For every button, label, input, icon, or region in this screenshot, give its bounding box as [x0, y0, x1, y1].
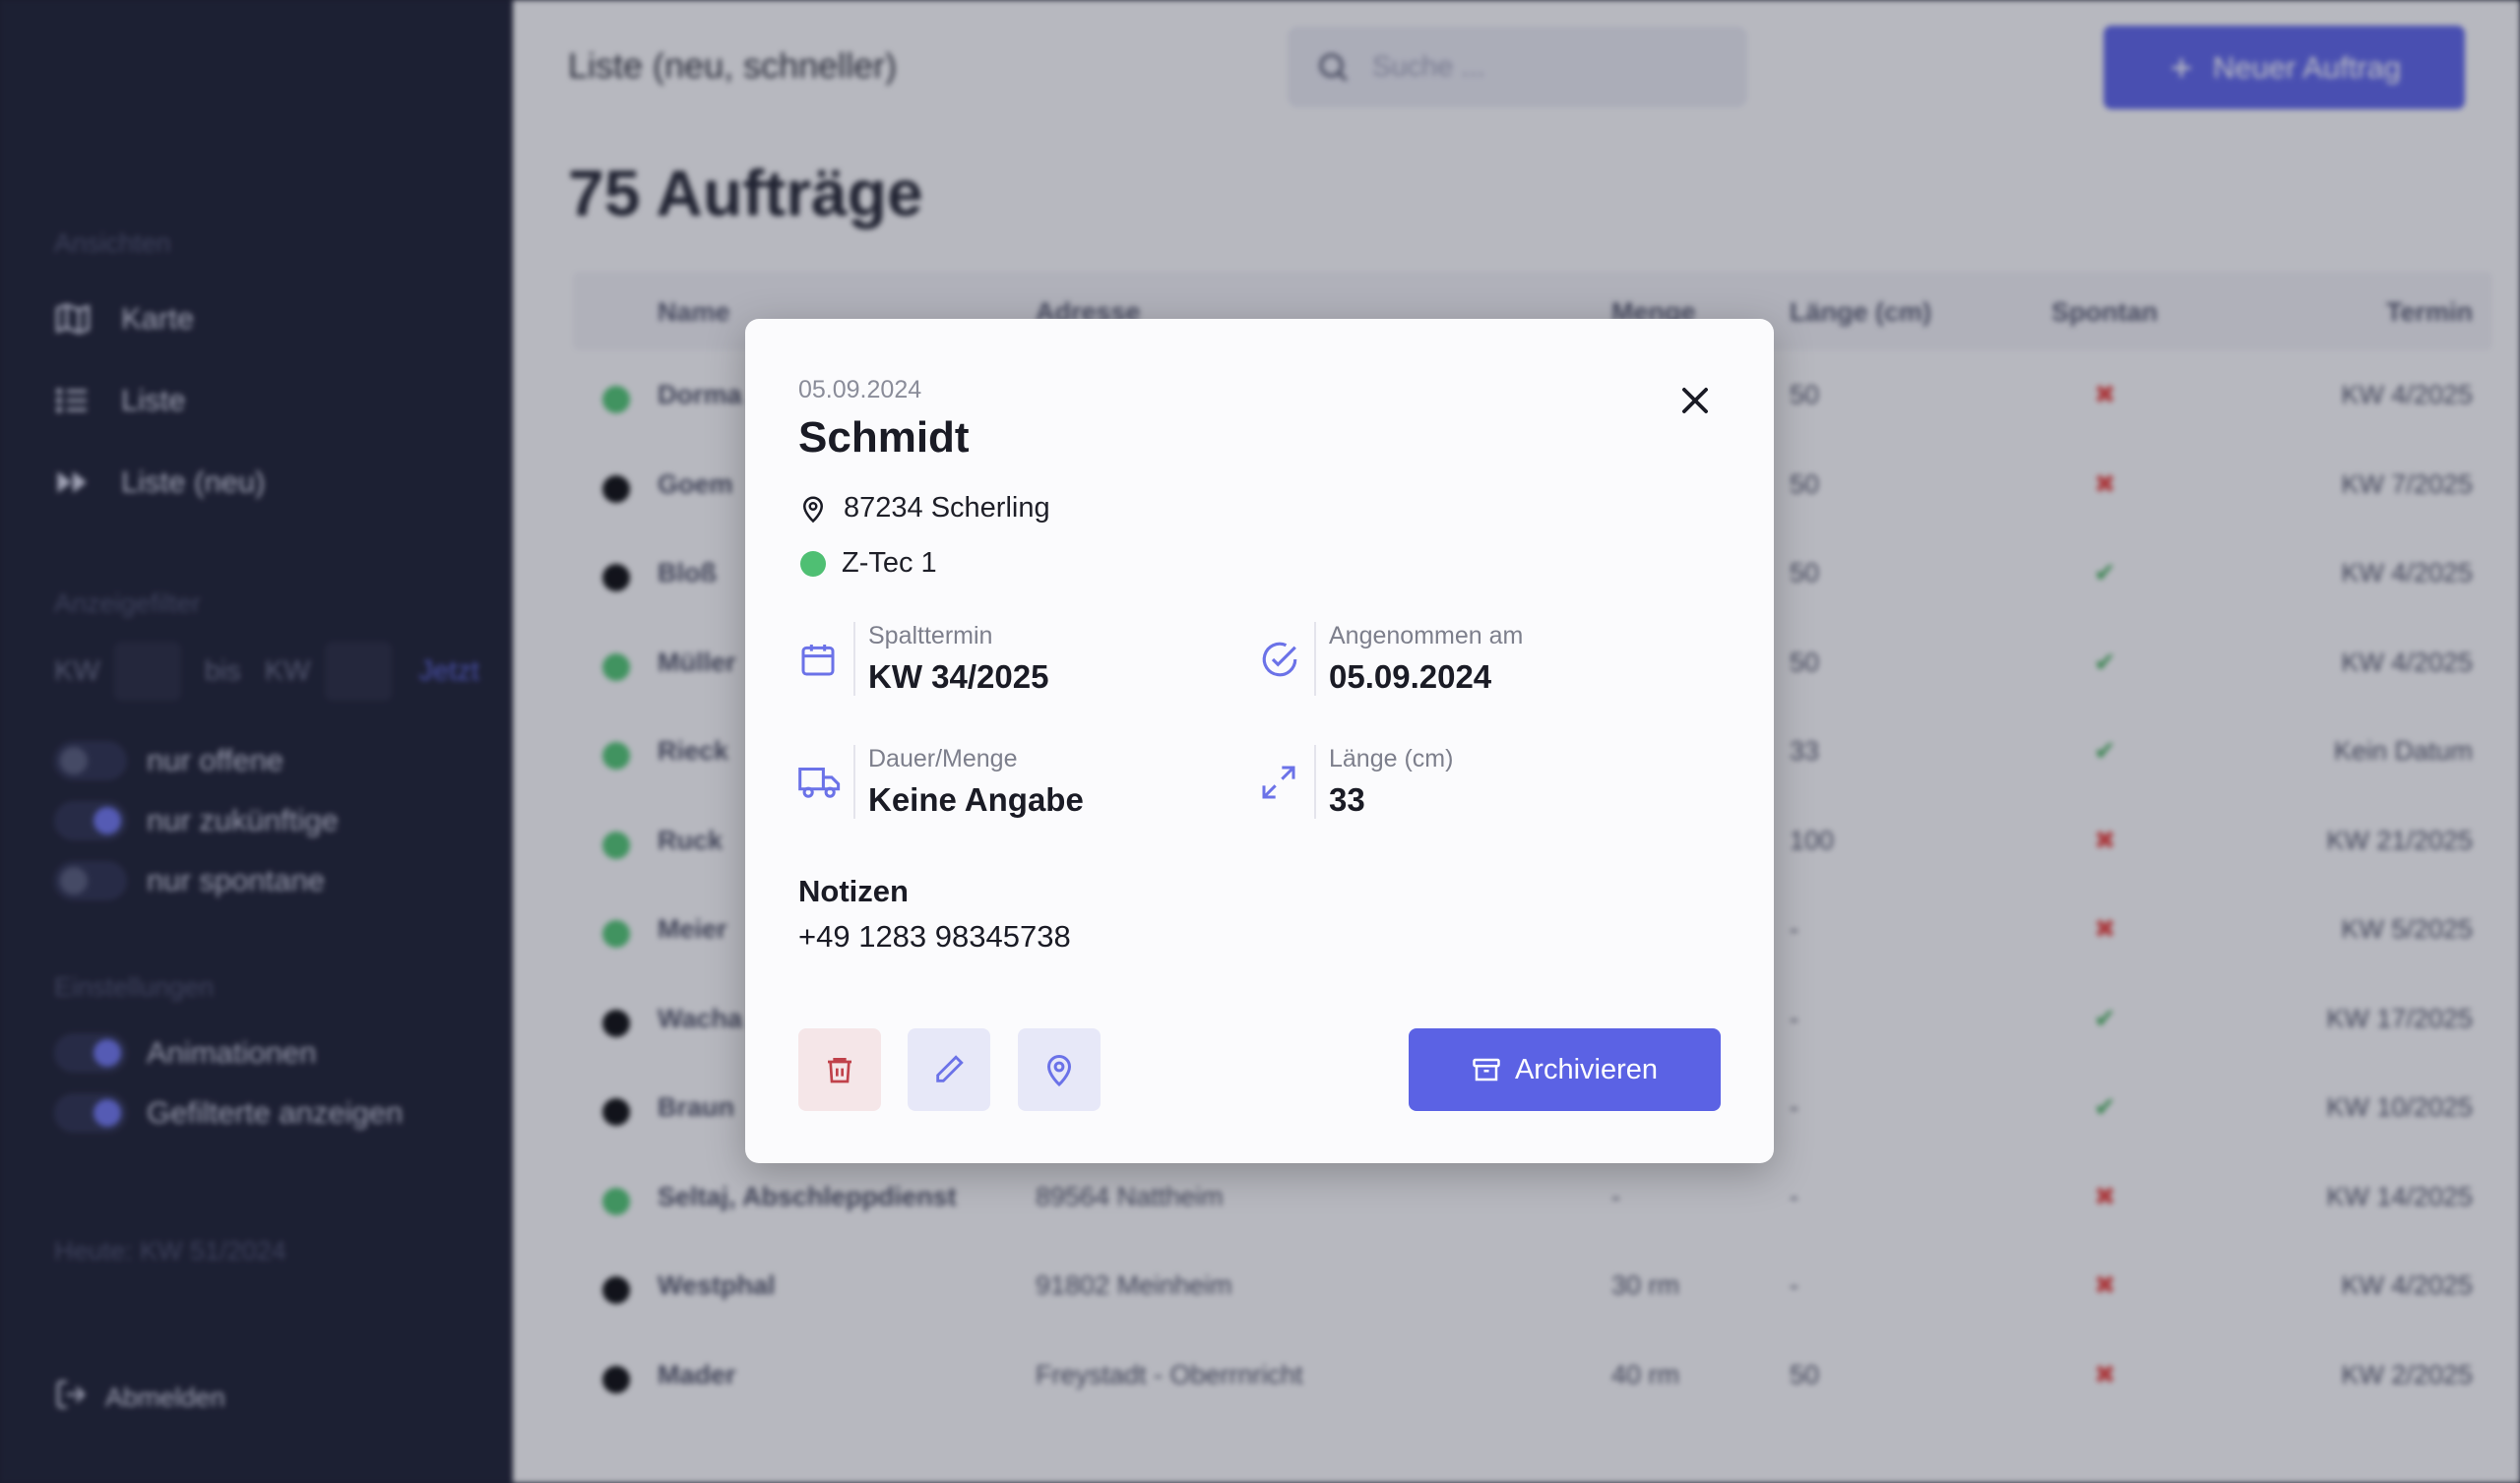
team-status-dot	[800, 550, 826, 577]
info-value: 05.09.2024	[1329, 658, 1492, 695]
info-length: Länge (cm) 33	[1259, 745, 1453, 819]
order-team: Z-Tec 1	[798, 547, 937, 580]
info-label: Spalttermin	[868, 622, 993, 649]
close-button[interactable]	[1670, 376, 1720, 425]
pencil-icon	[936, 1055, 964, 1082]
show-on-map-button[interactable]	[1018, 1028, 1101, 1111]
notes-heading: Notizen	[798, 874, 909, 908]
archive-icon	[1473, 1058, 1500, 1081]
address-text: 87234 Scherling	[844, 492, 1050, 524]
order-title: Schmidt	[798, 413, 970, 462]
map-pin-icon	[1046, 1055, 1072, 1087]
info-label: Länge (cm)	[1329, 745, 1454, 772]
notes-text: +49 1283 98345738	[798, 919, 1071, 954]
info-label: Dauer/Menge	[868, 745, 1018, 772]
team-text: Z-Tec 1	[842, 547, 937, 579]
trash-icon	[828, 1058, 851, 1083]
archive-label: Archivieren	[1514, 1053, 1659, 1085]
info-value: 33	[1329, 781, 1365, 818]
calendar-icon	[801, 644, 835, 675]
info-accepted-date: Angenommen am 05.09.2024	[1259, 622, 1523, 696]
close-icon	[1682, 388, 1708, 413]
check-circle-icon	[1262, 642, 1297, 676]
order-date: 05.09.2024	[798, 376, 922, 403]
info-duration: Dauer/Menge Keine Angabe	[798, 745, 1084, 819]
info-split-date: Spalttermin KW 34/2025	[798, 622, 1048, 696]
order-address: 87234 Scherling	[798, 492, 1050, 525]
info-label: Angenommen am	[1329, 622, 1524, 649]
order-detail-modal: 05.09.2024 Schmidt 87234 Scherling Z-Tec…	[745, 319, 1774, 1163]
info-value: Keine Angabe	[868, 781, 1084, 818]
archive-button[interactable]: Archivieren	[1409, 1028, 1721, 1111]
expand-icon	[1262, 766, 1295, 798]
map-pin-icon	[802, 496, 824, 523]
edit-button[interactable]	[908, 1028, 990, 1111]
delete-button[interactable]	[798, 1028, 881, 1111]
info-value: KW 34/2025	[868, 658, 1049, 695]
truck-icon	[798, 767, 841, 798]
